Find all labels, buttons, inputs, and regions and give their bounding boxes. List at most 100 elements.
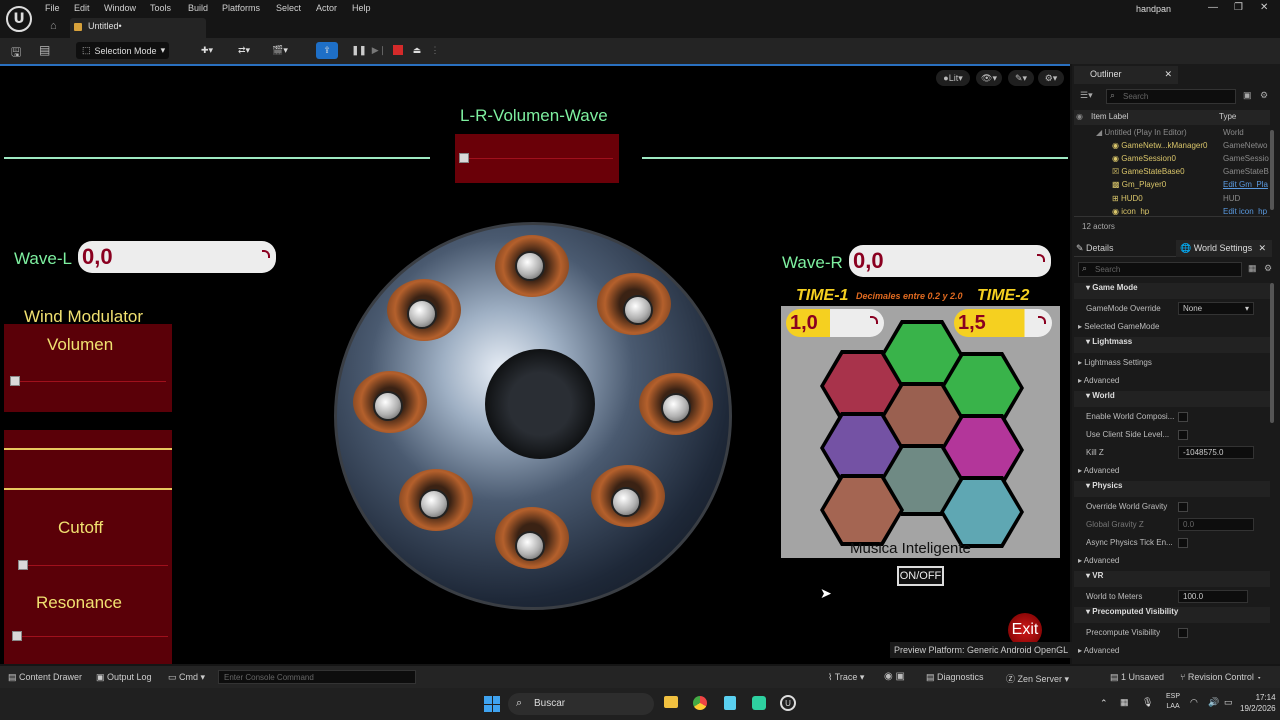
- override-gravity-checkbox[interactable]: [1178, 502, 1188, 512]
- filter-icon[interactable]: ☰▾: [1080, 90, 1093, 101]
- microphone-icon[interactable]: 🎙: [1142, 697, 1153, 708]
- outliner-row-world[interactable]: ◢ Untitled (Play In Editor): [1096, 128, 1187, 141]
- maximize-icon[interactable]: ❐: [1234, 2, 1243, 13]
- battery-icon[interactable]: ▭: [1224, 697, 1233, 708]
- cmd-dropdown[interactable]: ▭ Cmd ▾: [168, 672, 205, 683]
- cutoff-slider-track[interactable]: [22, 565, 168, 566]
- language-indicator[interactable]: ESP LAA: [1166, 692, 1180, 712]
- trace-dropdown[interactable]: ⌇ Trace ▾: [828, 672, 864, 683]
- advanced-row[interactable]: ▸ Advanced: [1078, 556, 1119, 565]
- resonance-slider-knob[interactable]: [12, 631, 22, 641]
- lr-slider-knob[interactable]: [459, 153, 469, 163]
- enable-world-checkbox[interactable]: [1178, 412, 1188, 422]
- wave-r-field[interactable]: 0,0: [849, 245, 1051, 277]
- blueprint-icon[interactable]: ⇄▾: [232, 42, 256, 59]
- cinematics-icon[interactable]: 🎬▾: [268, 42, 292, 59]
- col-item-label[interactable]: Item Label: [1091, 112, 1128, 121]
- handpan-instrument[interactable]: [334, 222, 732, 610]
- advanced-row[interactable]: ▸ Advanced: [1078, 646, 1119, 655]
- note-button[interactable]: [407, 299, 437, 329]
- outliner-row[interactable]: ◉ icon_hp: [1112, 207, 1149, 215]
- world-meters-input[interactable]: 100.0: [1178, 590, 1248, 603]
- lr-slider-track[interactable]: [465, 158, 613, 159]
- notepad-icon[interactable]: [724, 696, 736, 710]
- close-tab-icon[interactable]: ✕: [1164, 69, 1172, 80]
- close-icon[interactable]: ✕: [1260, 2, 1268, 13]
- unreal-logo-icon[interactable]: U: [6, 6, 32, 32]
- outliner-tab[interactable]: Outliner ✕: [1074, 66, 1178, 84]
- menu-platforms[interactable]: Platforms: [222, 3, 260, 13]
- console-command-input[interactable]: Enter Console Command: [218, 670, 416, 684]
- menu-build[interactable]: Build: [188, 3, 208, 13]
- level-tab[interactable]: Untitled•: [70, 18, 206, 38]
- section-precomputed[interactable]: ▾ Precomputed Visibility: [1074, 607, 1270, 623]
- world-settings-tab[interactable]: 🌐 World Settings ✕: [1176, 240, 1272, 257]
- step-icon[interactable]: ▶❘: [372, 42, 386, 59]
- note-button[interactable]: [373, 391, 403, 421]
- tray-chevron-icon[interactable]: ⌃: [1100, 698, 1108, 709]
- details-tab[interactable]: ✎ Details: [1076, 243, 1114, 254]
- content-browser-icon[interactable]: ▤: [39, 43, 50, 57]
- advanced-row[interactable]: ▸ Advanced: [1078, 466, 1119, 475]
- menu-select[interactable]: Select: [276, 3, 301, 13]
- outliner-row[interactable]: ◉ GameSession0: [1112, 154, 1176, 167]
- perspective-icon[interactable]: ✎▾: [1008, 70, 1034, 86]
- file-explorer-icon[interactable]: [664, 696, 678, 708]
- wave-l-field[interactable]: 0,0: [78, 241, 276, 273]
- content-drawer-button[interactable]: ▤ Content Drawer: [8, 672, 82, 683]
- clock[interactable]: 17:14 19/2/2026: [1240, 692, 1276, 714]
- menu-window[interactable]: Window: [104, 3, 136, 13]
- section-world[interactable]: ▾ World: [1074, 391, 1270, 407]
- lightmass-settings-row[interactable]: ▸ Lightmass Settings: [1078, 358, 1152, 367]
- settings-icon[interactable]: ⚙▾: [1038, 70, 1064, 86]
- volumen-slider-track[interactable]: [14, 381, 166, 382]
- diagnostics-button[interactable]: ▤ Diagnostics: [926, 672, 984, 683]
- menu-file[interactable]: File: [45, 3, 60, 13]
- android-studio-icon[interactable]: [752, 696, 766, 710]
- col-type[interactable]: Type: [1219, 112, 1236, 121]
- close-tab-icon[interactable]: ✕: [1258, 243, 1266, 254]
- outliner-row[interactable]: ▩ Gm_Player0: [1112, 180, 1166, 193]
- outliner-scrollbar[interactable]: [1270, 130, 1274, 210]
- minimize-icon[interactable]: —: [1208, 2, 1218, 13]
- eject-icon[interactable]: ⏏: [410, 42, 424, 59]
- row-type-link[interactable]: Edit icon_hp: [1223, 207, 1267, 215]
- add-folder-icon[interactable]: ▣: [1243, 90, 1252, 101]
- zen-server-button[interactable]: Ⓩ Zen Server ▾: [1006, 672, 1069, 685]
- note-button[interactable]: [661, 393, 691, 423]
- cutoff-slider-knob[interactable]: [18, 560, 28, 570]
- record-icon[interactable]: ◉ ▣: [884, 671, 905, 682]
- outliner-row[interactable]: ◉ GameNetw...kManager0: [1112, 141, 1207, 154]
- section-game-mode[interactable]: ▾ Game Mode: [1074, 283, 1270, 299]
- volumen-slider-knob[interactable]: [10, 376, 20, 386]
- note-button[interactable]: [419, 489, 449, 519]
- row-type-link[interactable]: Edit Gm_Pla: [1223, 180, 1268, 193]
- unreal-taskbar-icon[interactable]: U: [780, 695, 796, 711]
- ding-center[interactable]: [485, 349, 595, 459]
- add-actor-icon[interactable]: ✚▾: [196, 42, 218, 59]
- details-scrollbar[interactable]: [1270, 283, 1274, 423]
- wifi-icon[interactable]: ◠: [1190, 697, 1198, 708]
- on-off-button[interactable]: ON/OFF: [897, 566, 944, 586]
- selected-gamemode-row[interactable]: ▸ Selected GameMode: [1078, 322, 1159, 331]
- outliner-settings-icon[interactable]: ⚙: [1260, 90, 1268, 101]
- lit-mode-button[interactable]: ● Lit ▾: [936, 70, 970, 86]
- tray-app-icon[interactable]: ▦: [1120, 697, 1129, 708]
- note-button[interactable]: [515, 251, 545, 281]
- menu-help[interactable]: Help: [352, 3, 371, 13]
- section-vr[interactable]: ▾ VR: [1074, 571, 1270, 587]
- outliner-search-input[interactable]: Search: [1106, 89, 1236, 104]
- menu-tools[interactable]: Tools: [150, 3, 171, 13]
- details-settings-icon[interactable]: ⚙: [1264, 263, 1272, 274]
- save-icon[interactable]: 🖫: [11, 43, 21, 64]
- outliner-row[interactable]: ⊞ HUD0: [1112, 194, 1143, 207]
- menu-actor[interactable]: Actor: [316, 3, 337, 13]
- note-button[interactable]: [515, 531, 545, 561]
- stop-icon[interactable]: [393, 45, 403, 55]
- menu-edit[interactable]: Edit: [74, 3, 90, 13]
- revision-control-button[interactable]: ⑂ Revision Control ▾: [1180, 672, 1262, 682]
- details-search-input[interactable]: Search: [1078, 262, 1242, 277]
- gamemode-override-select[interactable]: None ▾: [1178, 302, 1254, 315]
- pause-icon[interactable]: ❚❚: [351, 42, 367, 59]
- visibility-icon[interactable]: ◉: [1076, 112, 1083, 121]
